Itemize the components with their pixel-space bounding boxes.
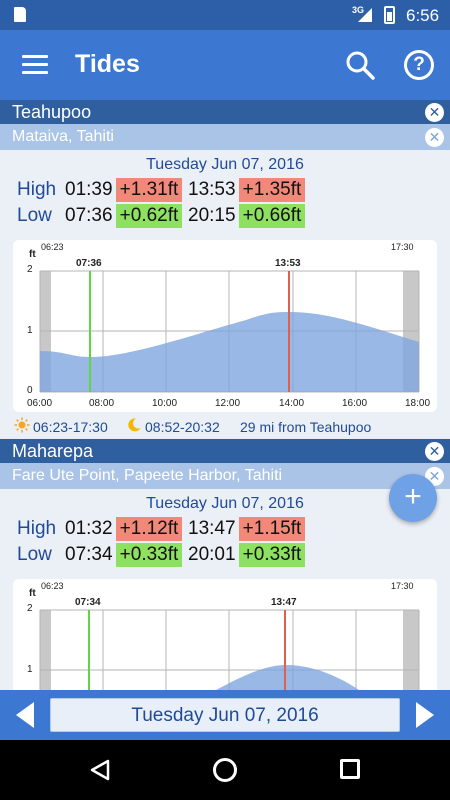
sun-icon: [14, 417, 30, 436]
low-tide-row: Low 07:36 +0.62ft 20:15 +0.66ft: [0, 204, 450, 230]
next-day-icon[interactable]: [416, 702, 434, 728]
y-tick: 0: [27, 385, 33, 396]
station-header: Maharepa ✕: [0, 439, 450, 463]
station-subheader: Fare Ute Point, Papeete Harbor, Tahiti ✕: [0, 463, 450, 489]
x-tick: 16:00: [342, 398, 367, 409]
low-marker-label: 07:36: [76, 258, 102, 269]
low-value-2: +0.66ft: [239, 204, 305, 228]
back-icon[interactable]: [89, 759, 111, 781]
close-station-icon[interactable]: ✕: [425, 442, 444, 461]
app-title: Tides: [75, 50, 140, 78]
station-card: Teahupoo ✕ Mataiva, Tahiti ✕ Tuesday Jun…: [0, 100, 450, 438]
station-date: Tuesday Jun 07, 2016: [146, 156, 304, 173]
high-value-1: +1.12ft: [116, 517, 182, 541]
low-value-2: +0.33ft: [239, 543, 305, 567]
sunset-label: 17:30: [391, 581, 414, 591]
close-station-icon[interactable]: ✕: [425, 103, 444, 122]
low-label: Low: [17, 544, 52, 565]
station-body: Tuesday Jun 07, 2016 High 01:39 +1.31ft …: [0, 150, 450, 438]
sd-card-icon: [14, 7, 26, 22]
low-time-1: 07:34: [65, 544, 113, 565]
sunrise-label: 06:23: [41, 242, 64, 252]
night-shade-right: [403, 610, 419, 690]
low-tide-row: Low 07:34 +0.33ft 20:01 +0.33ft: [0, 543, 450, 569]
y-tick: 2: [27, 264, 33, 275]
app-bar: Tides ?: [0, 30, 450, 100]
low-label: Low: [17, 205, 52, 226]
close-location-icon[interactable]: ✕: [425, 128, 444, 147]
station-header: Teahupoo ✕: [0, 100, 450, 124]
high-time-1: 01:39: [65, 179, 113, 200]
y-tick: 1: [27, 664, 33, 675]
chart-grid: [39, 609, 420, 690]
system-navigation-bar: [0, 740, 450, 800]
high-label: High: [17, 518, 57, 539]
moon-times: 08:52-20:32: [145, 419, 220, 435]
station-location: Mataiva, Tahiti: [12, 128, 114, 145]
high-tide-row: High 01:39 +1.31ft 13:53 +1.35ft: [0, 178, 450, 204]
sun-times: 06:23-17:30: [33, 419, 108, 435]
add-station-button[interactable]: +: [389, 474, 437, 522]
y-tick: 2: [27, 603, 33, 614]
x-tick: 14:00: [279, 398, 304, 409]
moon-icon: [126, 417, 142, 436]
high-time-1: 01:32: [65, 518, 113, 539]
station-location: Fare Ute Point, Papeete Harbor, Tahiti: [12, 467, 283, 484]
y-tick: 1: [27, 325, 33, 336]
high-label: High: [17, 179, 57, 200]
high-value-1: +1.31ft: [116, 178, 182, 202]
high-tide-row: High 01:32 +1.12ft 13:47 +1.15ft: [0, 517, 450, 543]
date-navigation: Tuesday Jun 07, 2016: [0, 690, 450, 740]
high-value-2: +1.35ft: [239, 178, 305, 202]
low-time-1: 07:36: [65, 205, 113, 226]
help-icon[interactable]: ?: [404, 50, 434, 80]
tide-chart[interactable]: 06:23 17:30 ft 07:36 13:53 2 1 0 06:00 0…: [13, 240, 437, 412]
night-shade-left: [40, 610, 51, 690]
station-name: Teahupoo: [12, 102, 92, 122]
station-name: Maharepa: [12, 441, 94, 461]
sun-moon-info: 06:23-17:30 08:52-20:32 29 mi from Teahu…: [0, 416, 450, 436]
low-marker-label: 07:34: [75, 597, 101, 608]
low-time-2: 20:15: [188, 205, 236, 226]
home-icon[interactable]: [213, 758, 237, 782]
battery-icon: [384, 6, 395, 24]
x-tick: 12:00: [215, 398, 240, 409]
unit-label: ft: [29, 588, 36, 599]
x-tick: 06:00: [27, 398, 52, 409]
distance-text: 29 mi from Teahupoo: [240, 419, 372, 435]
high-time-2: 13:47: [188, 518, 236, 539]
high-value-2: +1.15ft: [239, 517, 305, 541]
signal-icon: [358, 8, 372, 22]
station-subheader: Mataiva, Tahiti ✕: [0, 124, 450, 150]
x-tick: 10:00: [152, 398, 177, 409]
search-icon[interactable]: [345, 50, 375, 80]
station-body: Tuesday Jun 07, 2016 High 01:32 +1.12ft …: [0, 489, 450, 690]
low-value-1: +0.62ft: [116, 204, 182, 228]
x-tick: 08:00: [89, 398, 114, 409]
previous-day-icon[interactable]: [16, 702, 34, 728]
station-list: Teahupoo ✕ Mataiva, Tahiti ✕ Tuesday Jun…: [0, 100, 450, 690]
low-value-1: +0.33ft: [116, 543, 182, 567]
high-time-2: 13:53: [188, 179, 236, 200]
sunrise-label: 06:23: [41, 581, 64, 591]
low-time-2: 20:01: [188, 544, 236, 565]
high-marker-label: 13:47: [271, 597, 297, 608]
tide-chart[interactable]: 06:23 17:30 ft 07:34 13:47 2 1: [13, 579, 437, 690]
status-bar: 3G 6:56: [0, 0, 450, 30]
current-date-button[interactable]: Tuesday Jun 07, 2016: [50, 698, 400, 732]
tide-curve-area: [216, 665, 359, 690]
menu-icon[interactable]: [22, 55, 48, 75]
x-tick: 18:00: [405, 398, 430, 409]
station-card: Maharepa ✕ Fare Ute Point, Papeete Harbo…: [0, 439, 450, 690]
high-marker-label: 13:53: [275, 258, 301, 269]
clock: 6:56: [406, 6, 440, 25]
sunset-label: 17:30: [391, 242, 414, 252]
station-date: Tuesday Jun 07, 2016: [146, 495, 304, 512]
recent-apps-icon[interactable]: [340, 759, 360, 779]
unit-label: ft: [29, 249, 36, 260]
